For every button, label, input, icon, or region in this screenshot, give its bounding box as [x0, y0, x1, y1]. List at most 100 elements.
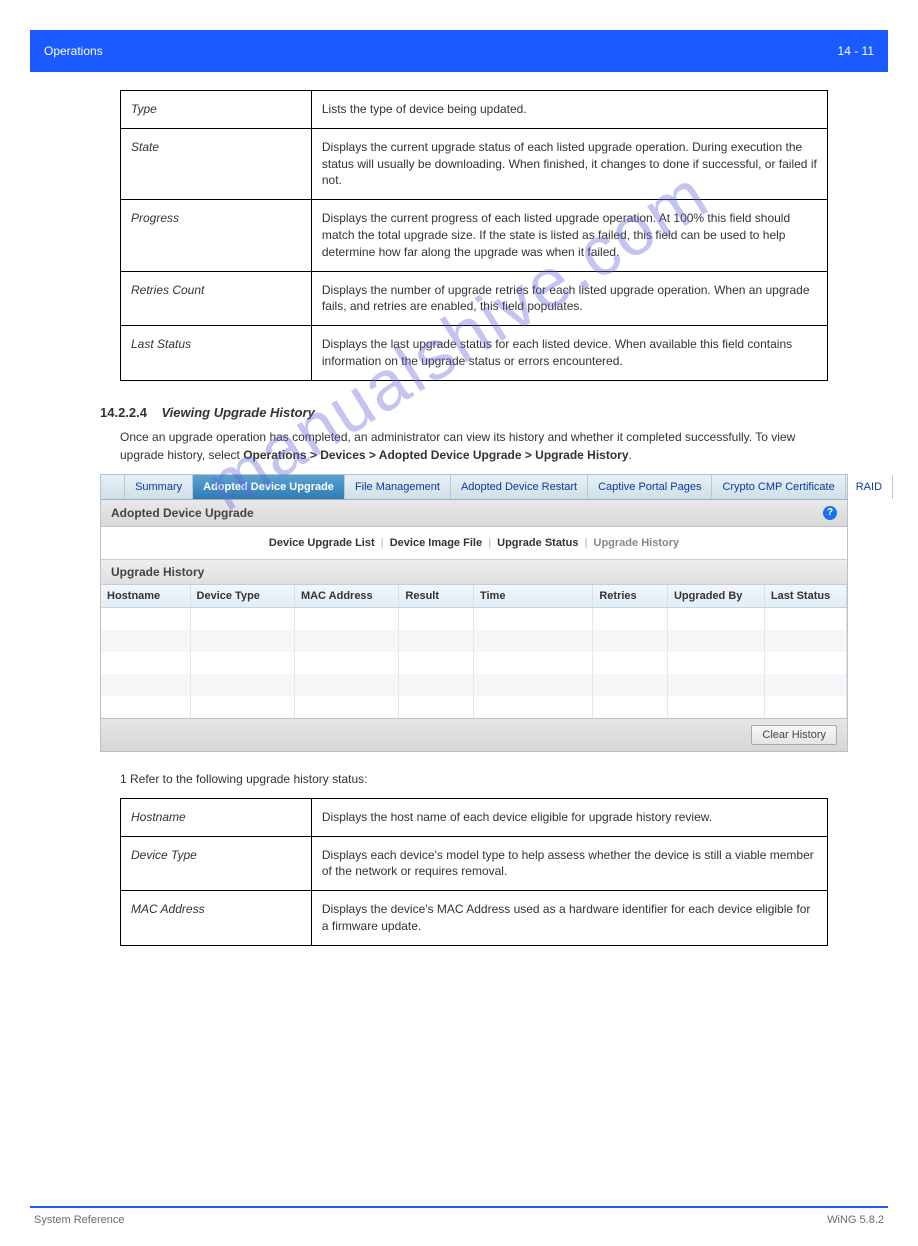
- clear-history-button[interactable]: Clear History: [751, 725, 837, 745]
- table-row: Retries CountDisplays the number of upgr…: [121, 271, 828, 326]
- grid-cell: [101, 630, 191, 652]
- col-mac-address[interactable]: MAC Address: [295, 585, 399, 607]
- grid-cell: [101, 608, 191, 630]
- def-desc: Displays the current progress of each li…: [311, 200, 827, 271]
- grid-cell: [593, 652, 668, 674]
- def-label: State: [121, 128, 312, 199]
- panel-title: Adopted Device Upgrade: [111, 506, 254, 520]
- grid-cell: [191, 674, 295, 696]
- grid-cell: [765, 652, 847, 674]
- col-result[interactable]: Result: [399, 585, 474, 607]
- col-hostname[interactable]: Hostname: [101, 585, 191, 607]
- col-last-status[interactable]: Last Status: [765, 585, 847, 607]
- grid-cell: [399, 696, 474, 718]
- tab-captive-portal-pages[interactable]: Captive Portal Pages: [588, 475, 712, 499]
- def-label: Retries Count: [121, 271, 312, 326]
- tab-file-management[interactable]: File Management: [345, 475, 451, 499]
- definitions-table-2: HostnameDisplays the host name of each d…: [120, 798, 828, 946]
- definitions-table-1: TypeLists the type of device being updat…: [120, 90, 828, 381]
- subtab-device-image-file[interactable]: Device Image File: [390, 537, 482, 549]
- tab-spacer: .: [101, 475, 125, 499]
- screenshot-section-title: Upgrade History: [101, 559, 847, 585]
- screenshot-header: Adopted Device Upgrade ?: [101, 500, 847, 527]
- table-row: Device TypeDisplays each device's model …: [121, 836, 828, 891]
- subtab-device-upgrade-list[interactable]: Device Upgrade List: [269, 537, 375, 549]
- tab-raid[interactable]: RAID: [846, 475, 893, 499]
- tab-adopted-device-upgrade[interactable]: Adopted Device Upgrade: [193, 475, 345, 499]
- def-label: Progress: [121, 200, 312, 271]
- grid-cell: [399, 630, 474, 652]
- grid-cell: [668, 674, 765, 696]
- step-1: 1 Refer to the following upgrade history…: [120, 770, 828, 788]
- grid-cell: [295, 608, 399, 630]
- def-label: Type: [121, 91, 312, 129]
- def-desc: Displays the number of upgrade retries f…: [311, 271, 827, 326]
- col-time[interactable]: Time: [474, 585, 593, 607]
- def-desc: Displays each device's model type to hel…: [311, 836, 827, 891]
- section-number: 14.2.2.4: [100, 405, 147, 420]
- table-row: MAC AddressDisplays the device's MAC Add…: [121, 891, 828, 946]
- table-row: Last StatusDisplays the last upgrade sta…: [121, 326, 828, 381]
- grid-cell: [765, 630, 847, 652]
- grid-cell: [191, 608, 295, 630]
- ui-screenshot: . SummaryAdopted Device UpgradeFile Mana…: [100, 474, 848, 752]
- grid-cell: [593, 696, 668, 718]
- grid-row: [101, 652, 847, 674]
- grid-cell: [474, 630, 593, 652]
- grid-cell: [668, 652, 765, 674]
- col-retries[interactable]: Retries: [593, 585, 668, 607]
- grid-cell: [474, 674, 593, 696]
- table-row: ProgressDisplays the current progress of…: [121, 200, 828, 271]
- grid-cell: [765, 674, 847, 696]
- tab-summary[interactable]: Summary: [125, 475, 193, 499]
- grid-cell: [474, 608, 593, 630]
- intro-paragraph: Once an upgrade operation has completed,…: [120, 428, 828, 464]
- table-row: TypeLists the type of device being updat…: [121, 91, 828, 129]
- grid-cell: [399, 652, 474, 674]
- page-footer: System Reference WiNG 5.8.2: [30, 1206, 888, 1226]
- banner-right: 14 - 11: [838, 44, 874, 58]
- grid-cell: [101, 674, 191, 696]
- grid-cell: [399, 608, 474, 630]
- grid-cell: [101, 652, 191, 674]
- page-banner: Operations 14 - 11: [30, 30, 888, 72]
- grid-cell: [191, 652, 295, 674]
- grid-cell: [191, 696, 295, 718]
- section-heading: 14.2.2.4 Viewing Upgrade History: [100, 405, 828, 420]
- grid-cell: [765, 608, 847, 630]
- footer-left: System Reference: [34, 1214, 124, 1226]
- table-row: StateDisplays the current upgrade status…: [121, 128, 828, 199]
- tab-crypto-cmp-certificate[interactable]: Crypto CMP Certificate: [712, 475, 845, 499]
- grid-cell: [295, 674, 399, 696]
- grid-cell: [668, 630, 765, 652]
- screenshot-tabbar: . SummaryAdopted Device UpgradeFile Mana…: [101, 475, 847, 500]
- grid-body: [101, 608, 847, 718]
- subtab-upgrade-status[interactable]: Upgrade Status: [497, 537, 578, 549]
- help-icon[interactable]: ?: [823, 506, 837, 520]
- def-label: Last Status: [121, 326, 312, 381]
- banner-left: Operations: [44, 44, 103, 58]
- tab-adopted-device-restart[interactable]: Adopted Device Restart: [451, 475, 588, 499]
- def-label: MAC Address: [121, 891, 312, 946]
- subtab-upgrade-history[interactable]: Upgrade History: [594, 537, 680, 549]
- separator: |: [488, 537, 491, 549]
- def-desc: Lists the type of device being updated.: [311, 91, 827, 129]
- grid-header: HostnameDevice TypeMAC AddressResultTime…: [101, 585, 847, 608]
- grid-cell: [765, 696, 847, 718]
- def-label: Hostname: [121, 798, 312, 836]
- def-desc: Displays the host name of each device el…: [311, 798, 827, 836]
- grid-cell: [295, 630, 399, 652]
- def-desc: Displays the last upgrade status for eac…: [311, 326, 827, 381]
- grid-cell: [593, 608, 668, 630]
- intro-path: Operations > Devices > Adopted Device Up…: [243, 448, 628, 462]
- separator: |: [381, 537, 384, 549]
- col-upgraded-by[interactable]: Upgraded By: [668, 585, 765, 607]
- grid-cell: [295, 652, 399, 674]
- table-row: HostnameDisplays the host name of each d…: [121, 798, 828, 836]
- grid-cell: [668, 608, 765, 630]
- grid-cell: [101, 696, 191, 718]
- col-device-type[interactable]: Device Type: [191, 585, 295, 607]
- def-desc: Displays the device's MAC Address used a…: [311, 891, 827, 946]
- footer-right: WiNG 5.8.2: [827, 1214, 884, 1226]
- separator: |: [584, 537, 587, 549]
